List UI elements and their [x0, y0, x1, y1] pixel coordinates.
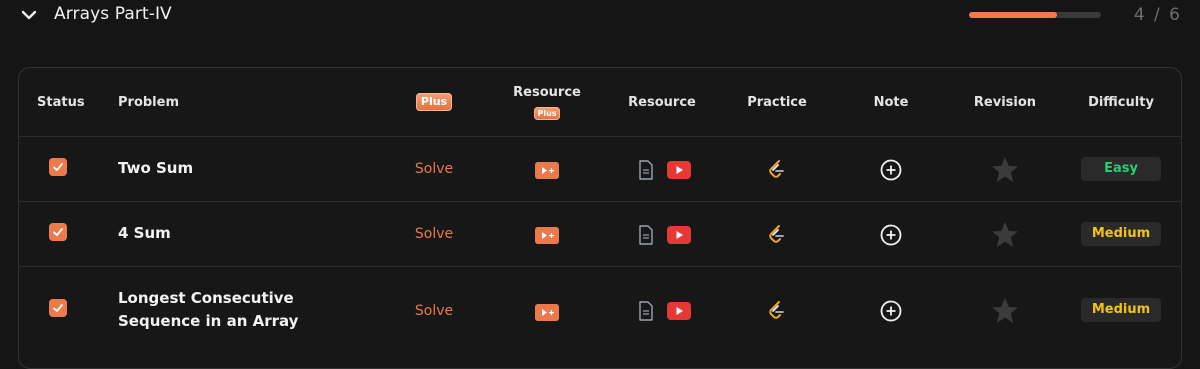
- star-icon[interactable]: [991, 156, 1019, 183]
- chevron-down-icon[interactable]: [20, 9, 38, 23]
- document-icon[interactable]: [638, 301, 654, 321]
- problem-title[interactable]: 4 Sum: [118, 222, 171, 245]
- star-icon[interactable]: [991, 221, 1019, 248]
- difficulty-badge: Easy: [1081, 157, 1161, 181]
- progress-bar-fill: [969, 12, 1058, 18]
- video-plus-icon[interactable]: [535, 227, 559, 244]
- column-header-status: Status: [37, 95, 85, 110]
- problem-title[interactable]: Two Sum: [118, 157, 193, 180]
- column-header-difficulty: Difficulty: [1088, 95, 1154, 110]
- problem-title[interactable]: Longest Consecutive Sequence in an Array: [118, 287, 378, 333]
- checkbox-checked-icon[interactable]: [49, 223, 67, 241]
- column-header-revision: Revision: [973, 95, 1037, 110]
- add-circle-icon[interactable]: [880, 159, 902, 181]
- checkbox-checked-icon[interactable]: [49, 299, 67, 317]
- solve-link[interactable]: Solve: [404, 161, 464, 177]
- progress-count: 4 / 6: [1133, 5, 1182, 25]
- youtube-icon[interactable]: [667, 161, 691, 179]
- column-header-problem: Problem: [118, 95, 179, 110]
- section-title: Arrays Part-IV: [54, 4, 172, 24]
- youtube-icon[interactable]: [667, 226, 691, 244]
- row-divider: [19, 266, 1181, 267]
- leetcode-icon[interactable]: [767, 300, 787, 322]
- star-icon[interactable]: [991, 297, 1019, 324]
- row-divider: [19, 201, 1181, 202]
- column-header-resource-plus: Resource: [513, 85, 581, 100]
- column-header-plus-badge: Plus: [416, 93, 452, 111]
- video-plus-icon[interactable]: [535, 162, 559, 179]
- column-header-practice: Practice: [747, 95, 807, 110]
- solve-link[interactable]: Solve: [404, 226, 464, 242]
- add-circle-icon[interactable]: [880, 300, 902, 322]
- document-icon[interactable]: [638, 225, 654, 245]
- section-header[interactable]: Arrays Part-IV 4 / 6: [0, 0, 1200, 34]
- difficulty-badge: Medium: [1081, 298, 1161, 322]
- document-icon[interactable]: [638, 160, 654, 180]
- progress-bar: [969, 12, 1101, 18]
- youtube-icon[interactable]: [667, 302, 691, 320]
- column-header-note: Note: [873, 95, 909, 110]
- row-divider: [19, 136, 1181, 137]
- solve-link[interactable]: Solve: [404, 303, 464, 319]
- problems-table: Status Problem Plus Resource Plus Resour…: [18, 67, 1182, 369]
- leetcode-icon[interactable]: [767, 224, 787, 246]
- column-header-resource: Resource: [628, 95, 696, 110]
- leetcode-icon[interactable]: [767, 159, 787, 181]
- difficulty-badge: Medium: [1081, 222, 1161, 246]
- resource-plus-badge: Plus: [534, 107, 560, 120]
- video-plus-icon[interactable]: [535, 304, 559, 321]
- checkbox-checked-icon[interactable]: [49, 158, 67, 176]
- add-circle-icon[interactable]: [880, 224, 902, 246]
